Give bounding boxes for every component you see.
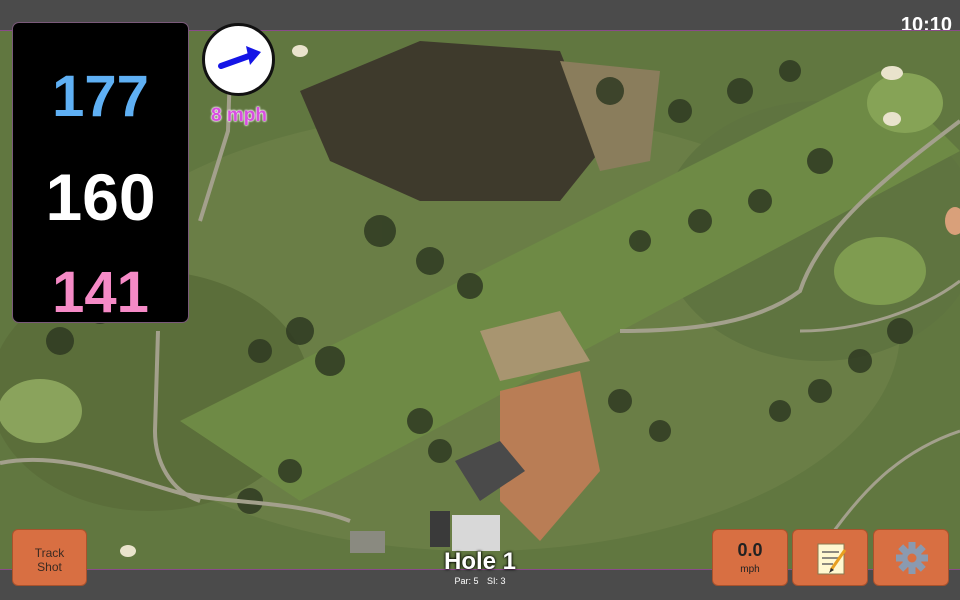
- hole-si: SI: 3: [487, 576, 506, 586]
- settings-button[interactable]: [873, 529, 949, 586]
- wind-speed-label: 8 mph: [211, 105, 267, 126]
- track-shot-label-line2: Shot: [37, 560, 62, 574]
- hole-info: Par: 5 SI: 3: [380, 576, 580, 586]
- speed-unit: mph: [740, 564, 760, 575]
- distance-panel: 177 160 141: [12, 22, 189, 325]
- arrow-icon: [218, 46, 261, 69]
- gear-icon: [896, 542, 928, 574]
- speed-button[interactable]: 0.0 mph: [712, 529, 788, 586]
- notepad-icon: [817, 543, 847, 575]
- hole-title: Hole 1: [443, 548, 517, 575]
- scorecard-notes-button[interactable]: [792, 529, 868, 586]
- track-shot-button[interactable]: Track Shot: [12, 529, 87, 586]
- wind-indicator: [202, 23, 275, 96]
- front-distance: 141: [52, 260, 149, 325]
- back-distance: 177: [52, 64, 149, 129]
- middle-distance: 160: [45, 160, 156, 234]
- track-shot-label-line1: Track: [34, 546, 65, 560]
- hole-par: Par: 5: [454, 576, 479, 586]
- speed-value: 0.0: [737, 540, 763, 560]
